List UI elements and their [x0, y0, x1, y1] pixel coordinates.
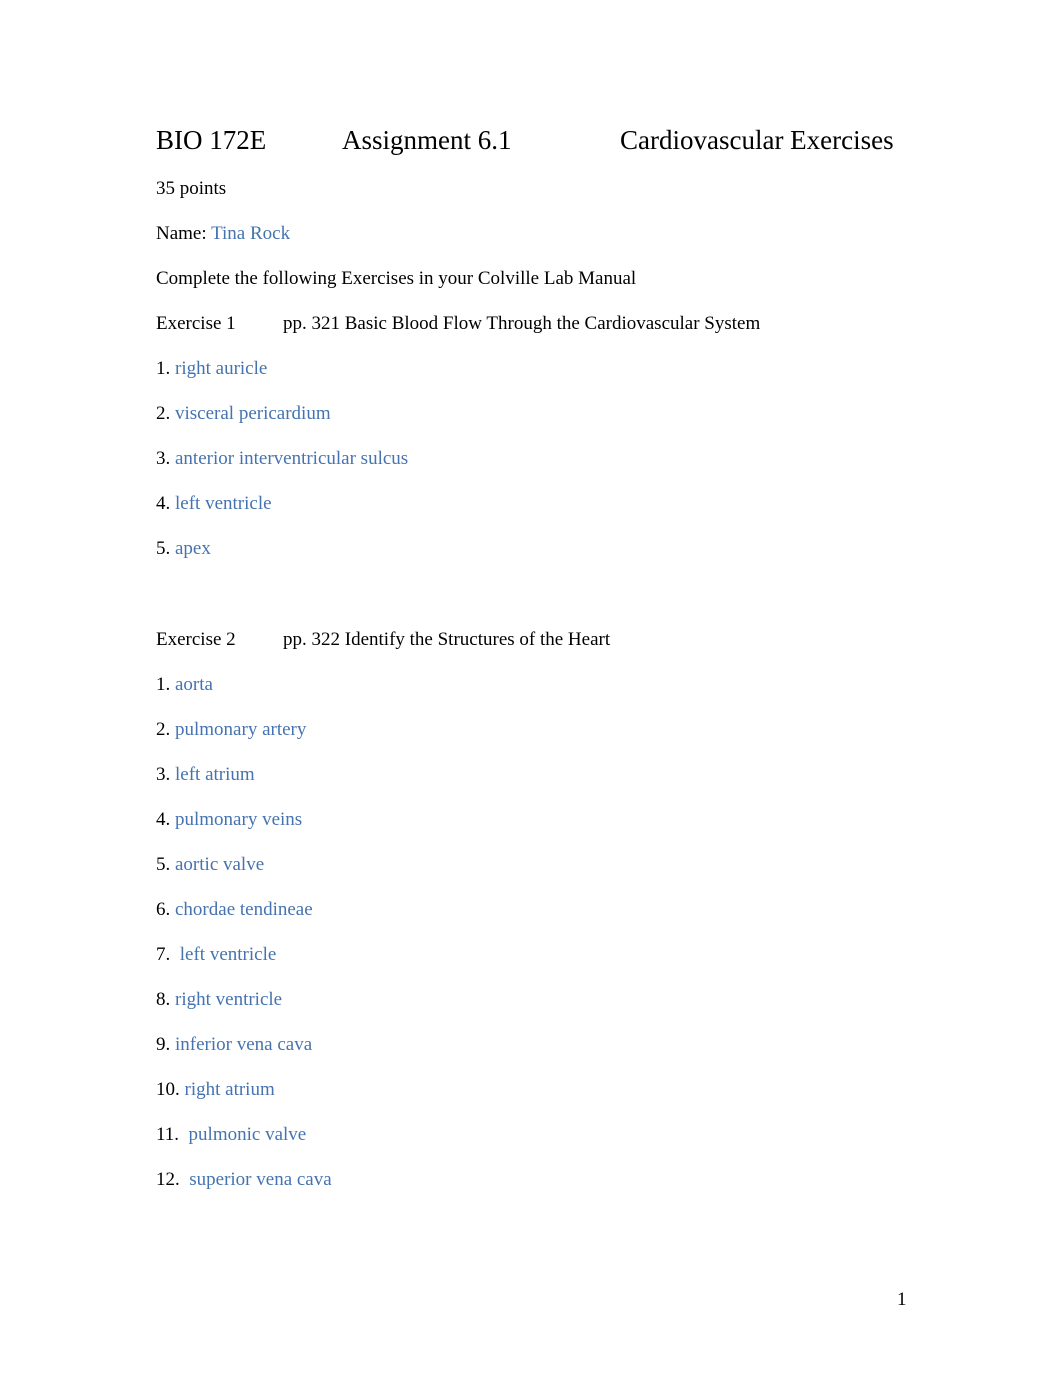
item-answer: anterior interventricular sulcus — [175, 448, 409, 469]
document-body: BIO 172E Assignment 6.1 Cardiovascular Exe… — [156, 123, 916, 1213]
item-answer: apex — [175, 538, 211, 559]
item-answer: superior vena cava — [184, 1169, 332, 1190]
list-item: 8. right ventricle — [156, 988, 916, 1012]
item-number: 5. — [156, 854, 171, 875]
list-item: 1. right auricle — [156, 357, 916, 381]
item-number: 4. — [156, 809, 171, 830]
list-item: 2. visceral pericardium — [156, 402, 916, 426]
list-item: 1. aorta — [156, 673, 916, 697]
list-item: 5. aortic valve — [156, 853, 916, 877]
item-answer: inferior vena cava — [175, 1034, 313, 1055]
list-item: 3. left atrium — [156, 763, 916, 787]
name-line: Name: Tina Rock — [156, 222, 916, 246]
list-item: 12. superior vena cava — [156, 1168, 916, 1192]
item-answer: right auricle — [175, 358, 268, 379]
title-assignment: Assignment 6.1 — [342, 125, 512, 155]
item-answer: aortic valve — [175, 854, 265, 875]
list-item: 7. left ventricle — [156, 943, 916, 967]
item-number: 3. — [156, 764, 171, 785]
exercise-2-reference: pp. 322 Identify the Structures of the H… — [283, 629, 611, 650]
item-answer: left ventricle — [175, 944, 277, 965]
item-answer: pulmonary artery — [175, 719, 307, 740]
item-answer: pulmonary veins — [175, 809, 303, 830]
item-answer: aorta — [175, 674, 213, 695]
item-answer: pulmonic valve — [183, 1124, 307, 1145]
item-number: 2. — [156, 403, 171, 424]
item-number: 9. — [156, 1034, 171, 1055]
name-value: Tina Rock — [211, 223, 291, 244]
exercise-1-header: Exercise 1 pp. 321 Basic Blood Flow Throu… — [156, 312, 916, 336]
list-item: 5. apex — [156, 537, 916, 561]
item-answer: right atrium — [184, 1079, 275, 1100]
item-number: 3. — [156, 448, 171, 469]
item-number: 6. — [156, 899, 171, 920]
list-item: 10. right atrium — [156, 1078, 916, 1102]
item-answer: visceral pericardium — [175, 403, 331, 424]
title-subject: Cardiovascular Exercises — [620, 125, 894, 155]
item-answer: right ventricle — [175, 989, 283, 1010]
list-item: 2. pulmonary artery — [156, 718, 916, 742]
item-number: 1. — [156, 674, 171, 695]
item-answer: left ventricle — [175, 493, 272, 514]
instruction-line: Complete the following Exercises in your… — [156, 268, 637, 289]
exercise-2-header: Exercise 2 pp. 322 Identify the Structure… — [156, 628, 916, 652]
item-number: 8. — [156, 989, 171, 1010]
page-title: BIO 172E Assignment 6.1 Cardiovascular Exe… — [156, 123, 916, 157]
item-number: 11. — [156, 1124, 180, 1145]
item-number: 1. — [156, 358, 171, 379]
item-number: 7. — [156, 944, 171, 965]
list-item: 9. inferior vena cava — [156, 1033, 916, 1057]
list-item: 4. left ventricle — [156, 492, 916, 516]
item-answer: chordae tendineae — [175, 899, 313, 920]
item-number: 5. — [156, 538, 171, 559]
exercise-2-label: Exercise 2 — [156, 629, 236, 650]
item-number: 2. — [156, 719, 171, 740]
page-number: 1 — [897, 1289, 907, 1310]
list-item: 4. pulmonary veins — [156, 808, 916, 832]
list-item: 3. anterior interventricular sulcus — [156, 447, 916, 471]
exercise-1-reference: pp. 321 Basic Blood Flow Through the Car… — [283, 313, 761, 334]
points-line: 35 points — [156, 178, 227, 199]
item-number: 10. — [156, 1079, 180, 1100]
exercise-1-label: Exercise 1 — [156, 313, 236, 334]
document-page: BIO 172E Assignment 6.1 Cardiovascular Exe… — [0, 0, 1062, 1377]
item-number: 12. — [156, 1169, 180, 1190]
list-item: 6. chordae tendineae — [156, 898, 916, 922]
title-course: BIO 172E — [156, 125, 267, 155]
name-label: Name: — [156, 223, 207, 244]
list-item: 11. pulmonic valve — [156, 1123, 916, 1147]
item-answer: left atrium — [175, 764, 255, 785]
item-number: 4. — [156, 493, 171, 514]
